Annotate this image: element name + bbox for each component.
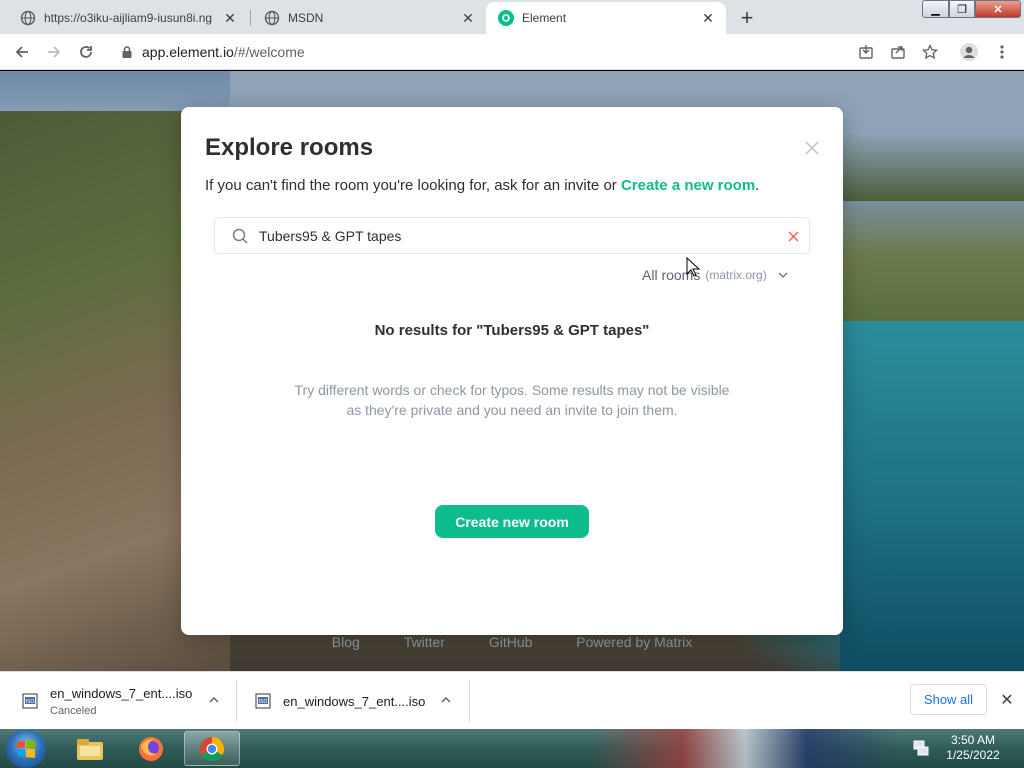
iso-file-icon: ISO	[22, 693, 38, 709]
tab-2-close-icon[interactable]: ✕	[460, 10, 476, 26]
footer-link-twitter[interactable]: Twitter	[404, 634, 445, 650]
explore-rooms-dialog: Explore rooms If you can't find the room…	[181, 107, 843, 635]
network-tray-icon[interactable]	[912, 739, 930, 757]
forward-button[interactable]	[40, 38, 68, 66]
create-new-room-link[interactable]: Create a new room	[621, 177, 755, 194]
install-app-icon[interactable]	[856, 42, 876, 62]
tab-2[interactable]: MSDN ✕	[252, 2, 486, 34]
dialog-title: Explore rooms	[205, 134, 374, 161]
subtitle-text: If you can't find the room you're lookin…	[205, 177, 621, 194]
forward-arrow-icon	[48, 46, 61, 58]
download-item-1-name: en_windows_7_ent....iso	[50, 685, 193, 701]
lock-icon	[122, 46, 132, 58]
dialog-subtitle: If you can't find the room you're lookin…	[205, 177, 759, 194]
tab-3-close-icon[interactable]: ✕	[700, 10, 716, 26]
bookmark-star-icon[interactable]	[920, 42, 940, 62]
close-downloads-bar-icon[interactable]: ✕	[997, 690, 1017, 710]
window-maximize-button[interactable]: ❐	[949, 0, 975, 18]
download-item-2-name: en_windows_7_ent....iso	[283, 693, 426, 709]
back-button[interactable]	[8, 38, 36, 66]
download-item-1-status: Canceled	[50, 704, 97, 717]
download-item-1[interactable]: ISO en_windows_7_ent....iso Canceled	[22, 672, 232, 730]
reload-icon	[80, 46, 92, 58]
chrome-icon	[200, 736, 225, 761]
tab-strip: https://o3iku-aijliam9-iusun8i.ng ✕ MSDN…	[0, 0, 1024, 34]
footer-link-matrix[interactable]: Powered by Matrix	[576, 634, 692, 650]
kebab-menu-icon[interactable]	[992, 42, 1012, 62]
subtitle-end: .	[755, 177, 760, 194]
clock-time: 3:50 AM	[950, 733, 996, 747]
clear-search-icon[interactable]	[785, 228, 801, 244]
create-new-room-button[interactable]: Create new room	[435, 505, 589, 538]
mouse-cursor-icon	[686, 257, 700, 277]
wallpaper-decor	[590, 729, 900, 768]
window-minimize-button[interactable]: ▁	[922, 0, 949, 18]
window-close-button[interactable]: ✕	[975, 0, 1021, 18]
footer-link-github[interactable]: GitHub	[489, 634, 533, 650]
tab-separator	[250, 10, 251, 26]
tab-3[interactable]: Element ✕	[486, 2, 726, 34]
clock-date: 1/25/2022	[946, 748, 1000, 762]
search-icon	[232, 228, 248, 244]
no-results-hint: Try different words or check for typos. …	[294, 382, 730, 418]
tab-2-title: MSDN	[288, 11, 324, 25]
start-button[interactable]	[6, 730, 46, 768]
taskbar-firefox[interactable]	[123, 731, 179, 766]
browser-toolbar: app.element.io/#/welcome	[0, 34, 1024, 70]
download-separator	[469, 680, 470, 722]
url-path: /#/welcome	[233, 44, 305, 60]
firefox-icon	[139, 736, 163, 761]
tab-1[interactable]: https://o3iku-aijliam9-iusun8i.ng ✕	[8, 2, 248, 34]
lake	[840, 321, 1024, 671]
downloads-bar: ISO en_windows_7_ent....iso Canceled ISO…	[0, 671, 1024, 729]
download-separator	[236, 680, 237, 722]
chevron-down-icon	[778, 272, 788, 279]
file-explorer-icon	[77, 738, 103, 760]
url-host: app.element.io	[142, 44, 234, 60]
no-results-heading: No results for "Tubers95 & GPT tapes"	[374, 322, 650, 339]
taskbar-file-explorer[interactable]	[62, 731, 118, 766]
new-tab-button[interactable]: +	[733, 4, 761, 32]
tab-1-close-icon[interactable]: ✕	[222, 10, 238, 26]
dialog-close-icon[interactable]	[801, 137, 823, 159]
footer-link-blog[interactable]: Blog	[332, 634, 360, 650]
element-logo-icon	[498, 10, 514, 26]
download-item-1-text: en_windows_7_ent....iso Canceled	[50, 686, 192, 717]
windows-taskbar: 3:50 AM 1/25/2022	[0, 729, 1024, 768]
footer-links: Blog Twitter GitHub Powered by Matrix	[0, 634, 1024, 650]
address-bar[interactable]: app.element.io/#/welcome	[108, 38, 986, 66]
taskbar-clock[interactable]: 3:50 AM 1/25/2022	[938, 733, 1008, 763]
server-name: (matrix.org)	[705, 268, 767, 282]
iso-file-icon: ISO	[255, 693, 271, 709]
windows-logo-icon	[17, 740, 35, 758]
download-item-2[interactable]: ISO en_windows_7_ent....iso	[255, 672, 465, 730]
right-hills	[840, 201, 1024, 341]
search-value: Tubers95 & GPT tapes	[259, 227, 402, 244]
taskbar-chrome[interactable]	[184, 731, 240, 766]
back-arrow-icon	[15, 46, 28, 58]
download-item-2-chevron-up-icon[interactable]	[438, 692, 454, 708]
share-icon[interactable]	[888, 42, 908, 62]
svg-text:ISO: ISO	[26, 699, 35, 705]
tab-3-title: Element	[522, 11, 567, 25]
reload-button[interactable]	[72, 38, 100, 66]
tab-1-title: https://o3iku-aijliam9-iusun8i.ng	[44, 11, 213, 25]
server-picker[interactable]: All rooms (matrix.org)	[642, 267, 789, 283]
svg-text:ISO: ISO	[259, 699, 268, 705]
globe-icon	[20, 10, 36, 26]
globe-icon	[264, 10, 280, 26]
profile-avatar-icon[interactable]	[959, 42, 979, 62]
show-all-downloads-button[interactable]: Show all	[910, 684, 987, 715]
download-item-1-chevron-up-icon[interactable]	[206, 692, 222, 708]
room-search-input[interactable]: Tubers95 & GPT tapes	[214, 217, 810, 254]
